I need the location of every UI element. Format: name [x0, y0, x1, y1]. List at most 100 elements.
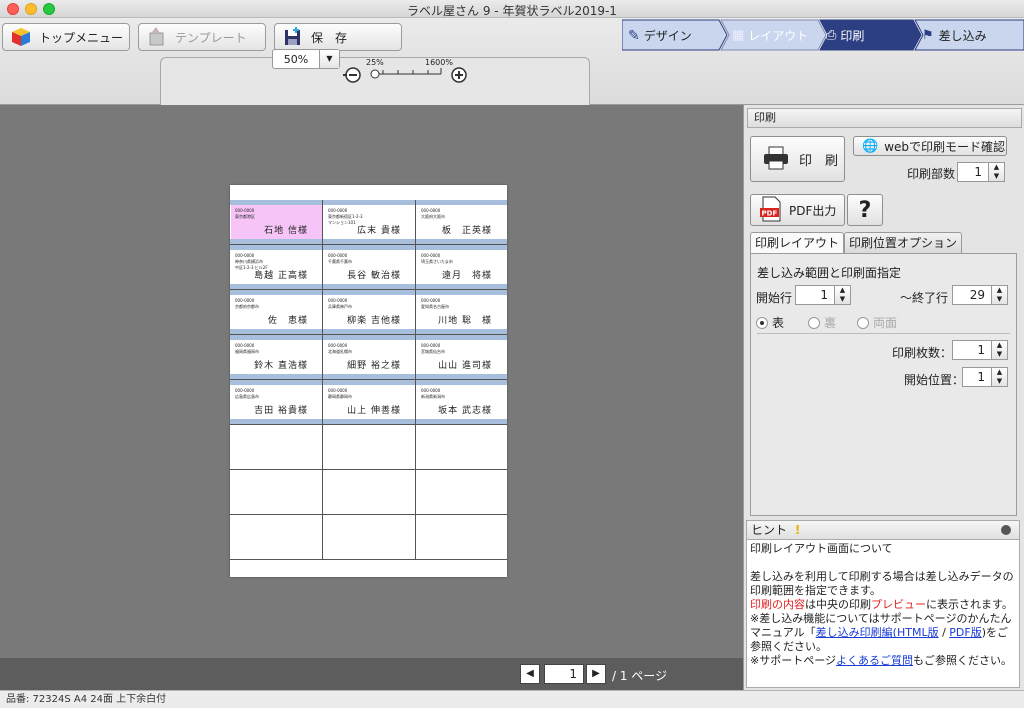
tab-print-position-options[interactable]: 印刷位置オプション	[844, 232, 962, 253]
sheets-value[interactable]: 1	[952, 340, 992, 360]
label-cell[interactable]	[230, 470, 323, 515]
zoom-max-label: 1600%	[425, 58, 453, 67]
label-cell[interactable]: 000-0000 福岡県福岡市 鈴木 直浩様	[230, 335, 323, 380]
label-content: 000-0000 東京都新宿区1-2-3 マンション101 広末 貴様	[324, 205, 415, 239]
page-input[interactable]: 1	[544, 664, 584, 684]
pen-icon: ✎	[628, 27, 640, 44]
label-sheet: 000-0000 東京都港区 石地 信様 000-0000 東京都新宿区1-2-3 マンシ…	[230, 185, 507, 577]
save-button[interactable]: 保 存	[274, 23, 402, 51]
step-layout[interactable]: ▦ レイアウト	[732, 27, 808, 44]
tab-print-layout[interactable]: 印刷レイアウト	[750, 232, 844, 253]
label-band	[230, 419, 322, 424]
hint-highlight-content: 印刷の内容	[750, 598, 805, 611]
label-band	[323, 419, 415, 424]
sheets-stepper[interactable]: 1 ▲ ▼	[952, 340, 1008, 360]
end-row-value[interactable]: 29	[952, 285, 992, 305]
label-content: 000-0000 福岡県福岡市 鈴木 直浩様	[231, 340, 322, 374]
panel-header: 印刷	[747, 108, 1022, 128]
label-cell[interactable]	[323, 515, 416, 560]
start-position-stepper[interactable]: 1 ▲ ▼	[962, 367, 1008, 387]
label-cell[interactable]	[416, 515, 507, 560]
html-manual-link[interactable]: 差し込み印刷編(HTML版	[816, 626, 939, 639]
label-cell[interactable]: 000-0000 広島県広島市 吉田 裕貴様	[230, 380, 323, 425]
step-merge-label: 差し込み	[938, 29, 987, 43]
top-menu-button[interactable]: トップメニュー	[2, 23, 130, 51]
stepper-arrows-icon[interactable]: ▲ ▼	[835, 285, 851, 305]
step-merge[interactable]: ⚑ 差し込み	[922, 27, 987, 44]
label-zip: 000-0000	[328, 253, 348, 258]
label-cell[interactable]: 000-0000 大阪府大阪市板 正英様	[416, 200, 507, 245]
label-cell[interactable]	[230, 425, 323, 470]
label-addr1: 京都府京都市	[235, 304, 259, 309]
radio-selected-icon	[756, 316, 768, 329]
faq-link[interactable]: よくあるご質問	[836, 654, 913, 667]
step-design[interactable]: ✎ デザイン	[628, 27, 692, 44]
label-cell[interactable]: 000-0000 兵庫県神戸市 柳楽 吉他様	[323, 290, 416, 335]
radio-both[interactable]: 両面	[857, 314, 897, 331]
label-name: 山山 進司様	[438, 361, 492, 371]
tab-print-position-label: 印刷位置オプション	[848, 236, 957, 250]
label-cell[interactable]: 000-0000 神奈川県横浜市 中区1-2-3 ビル2F 島越 正高様	[230, 245, 323, 290]
print-button[interactable]: 印 刷	[750, 136, 845, 182]
help-label: ?	[858, 197, 872, 223]
help-button[interactable]: ?	[847, 194, 883, 226]
label-cell[interactable]: 000-0000 千葉県千葉市 長谷 敏治様	[323, 245, 416, 290]
hint-line-5: ※サポートページよくあるご質問もご参照ください。	[750, 654, 1016, 668]
pdf-manual-link[interactable]: PDF版	[949, 626, 981, 639]
zoom-min-label: 25%	[366, 58, 384, 67]
stepper-arrows-icon[interactable]: ▲ ▼	[989, 162, 1005, 182]
zoom-slider-knob[interactable]	[370, 69, 380, 79]
label-cell[interactable]: 000-0000 東京都港区 石地 信様	[230, 200, 323, 245]
label-cell[interactable]: 000-0000 北海道札幌市 細野 裕之様	[323, 335, 416, 380]
start-position-value[interactable]: 1	[962, 367, 992, 387]
label-cell[interactable]: 000-0000 愛知県名古屋市 川地 聡 様	[416, 290, 507, 335]
zoom-value: 50%	[283, 52, 309, 66]
label-zip: 000-0000	[235, 298, 255, 303]
zoom-slider[interactable]	[343, 56, 473, 90]
copies-stepper[interactable]: 1 ▲ ▼	[957, 162, 1005, 182]
label-name: 鈴木 直浩様	[254, 361, 308, 371]
printer-icon	[763, 146, 789, 173]
radio-front[interactable]: 表	[756, 314, 784, 331]
stepper-arrows-icon[interactable]: ▲ ▼	[992, 367, 1008, 387]
label-band	[323, 239, 415, 244]
label-cell[interactable]	[230, 515, 323, 560]
radio-back[interactable]: 裏	[808, 314, 836, 331]
label-cell[interactable]: 000-0000 埼玉県さいたま市 遠月 将様	[416, 245, 507, 290]
copies-value[interactable]: 1	[957, 162, 989, 182]
label-cell[interactable]	[323, 470, 416, 515]
tab-print-layout-label: 印刷レイアウト	[754, 236, 839, 250]
label-addr1: 東京都港区	[235, 214, 255, 219]
template-button[interactable]: テンプレート	[138, 23, 266, 51]
hint-line-3: 印刷の内容は中央の印刷プレビューに表示されます。	[750, 598, 1016, 612]
prev-page-button[interactable]: ◀	[520, 664, 540, 684]
label-cell[interactable]	[323, 425, 416, 470]
label-cell[interactable]	[416, 470, 507, 515]
next-page-button[interactable]: ▶	[586, 664, 606, 684]
pdf-export-button[interactable]: PDF PDF出力	[750, 194, 845, 226]
label-content: 000-0000 新潟県新潟市 坂本 武志様	[417, 385, 506, 419]
web-print-check-button[interactable]: 🌐 webで印刷モード確認	[853, 136, 1007, 156]
label-band	[230, 284, 322, 289]
end-row-stepper[interactable]: 29 ▲ ▼	[952, 285, 1008, 305]
label-band	[230, 329, 322, 334]
hint-text: に表示されます。	[926, 598, 1013, 611]
label-cell[interactable]: 000-0000 静岡県静岡市 山上 伸善様	[323, 380, 416, 425]
stepper-arrows-icon[interactable]: ▲ ▼	[992, 340, 1008, 360]
stepper-arrows-icon[interactable]: ▲ ▼	[992, 285, 1008, 305]
label-band	[416, 419, 507, 424]
label-name: 山上 伸善様	[347, 406, 401, 416]
label-cell[interactable]	[416, 425, 507, 470]
label-cell[interactable]: 000-0000 東京都新宿区1-2-3 マンション101 広末 貴様	[323, 200, 416, 245]
step-print[interactable]: ⎙ 印刷	[826, 27, 864, 44]
collapse-icon[interactable]	[1001, 525, 1011, 535]
label-band	[323, 374, 415, 379]
zoom-select[interactable]: 50% ▼	[272, 49, 340, 69]
label-content: 000-0000 京都府京都市佐 恵様	[231, 295, 322, 329]
cube-icon	[11, 27, 31, 47]
start-row-stepper[interactable]: 1 ▲ ▼	[795, 285, 851, 305]
label-cell[interactable]: 000-0000 新潟県新潟市 坂本 武志様	[416, 380, 507, 425]
label-cell[interactable]: 000-0000 京都府京都市佐 恵様	[230, 290, 323, 335]
label-cell[interactable]: 000-0000 宮城県仙台市 山山 進司様	[416, 335, 507, 380]
start-row-value[interactable]: 1	[795, 285, 835, 305]
